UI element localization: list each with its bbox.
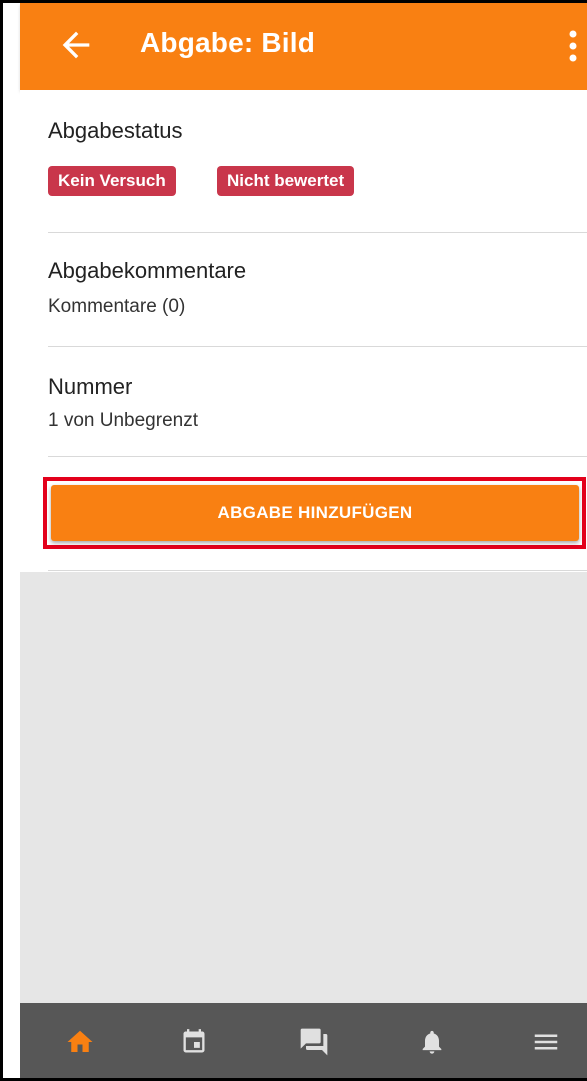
more-vert-icon bbox=[569, 30, 577, 62]
nav-calendar[interactable] bbox=[164, 1003, 224, 1078]
left-gutter bbox=[3, 3, 20, 1078]
nav-menu[interactable] bbox=[516, 1003, 576, 1078]
nav-messages[interactable] bbox=[284, 1003, 344, 1078]
messages-icon bbox=[300, 1028, 328, 1056]
menu-icon bbox=[534, 1034, 558, 1050]
arrow-left-icon bbox=[62, 31, 90, 59]
page-title: Abgabe: Bild bbox=[140, 27, 316, 58]
add-submission-button[interactable]: ABGABE HINZUFÜGEN bbox=[51, 485, 579, 541]
submission-details: Abgabestatus Kein Versuch Nicht bewertet… bbox=[20, 90, 587, 572]
app-frame: Abgabe: Bild Abgabestatus Kein Versuch N… bbox=[0, 0, 587, 1081]
comments-title: Abgabekommentare bbox=[48, 258, 247, 283]
number-title: Nummer bbox=[48, 374, 133, 399]
bell-icon bbox=[422, 1030, 442, 1054]
divider bbox=[48, 232, 587, 233]
calendar-icon bbox=[183, 1029, 205, 1053]
nav-notifications[interactable] bbox=[402, 1003, 462, 1078]
comments-link[interactable]: Kommentare (0) bbox=[48, 296, 185, 318]
divider bbox=[48, 456, 587, 457]
status-badge-grading: Nicht bewertet bbox=[217, 166, 355, 196]
divider bbox=[48, 346, 587, 347]
back-button[interactable] bbox=[56, 25, 96, 65]
divider bbox=[48, 570, 587, 571]
home-icon bbox=[67, 1030, 93, 1052]
app-bar: Abgabe: Bild bbox=[20, 3, 587, 90]
overflow-menu-button[interactable] bbox=[566, 29, 580, 63]
number-value: 1 von Unbegrenzt bbox=[48, 410, 198, 431]
bottom-navigation bbox=[20, 1003, 587, 1078]
status-badge-attempt: Kein Versuch bbox=[48, 166, 176, 196]
status-title: Abgabestatus bbox=[48, 118, 183, 143]
nav-home[interactable] bbox=[50, 1003, 110, 1078]
